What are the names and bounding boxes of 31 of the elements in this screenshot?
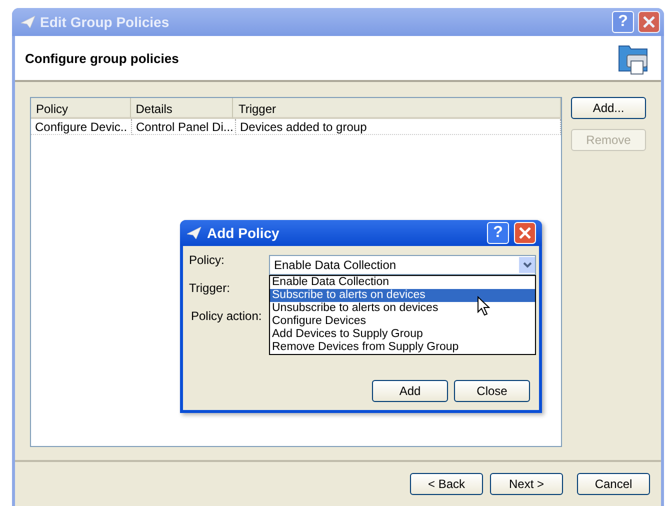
field-label: Trigger: (189, 281, 231, 297)
close-button[interactable] (638, 11, 660, 33)
window-title: Edit Group Policies (40, 14, 170, 30)
table-cell: Configure Devic.. (31, 119, 132, 135)
dropdown-option[interactable]: Subscribe to alerts on devices (270, 289, 535, 302)
wizard-button[interactable]: < Back (410, 473, 483, 495)
field-label: Policy action: (190, 309, 263, 325)
dropdown-option[interactable]: Add Devices to Supply Group (270, 328, 535, 341)
column-header[interactable]: Policy (31, 98, 131, 119)
help-button[interactable]: ? (487, 222, 509, 244)
table-cell: Devices added to group (236, 119, 561, 135)
wizard-button[interactable]: Cancel (577, 473, 650, 495)
dropdown-option[interactable]: Unsubscribe to alerts on devices (270, 302, 535, 315)
dialog-button[interactable]: Close (454, 380, 530, 402)
dropdown-option[interactable]: Enable Data Collection (270, 276, 535, 289)
dropdown-option[interactable]: Remove Devices from Supply Group (270, 341, 535, 354)
close-button[interactable] (514, 222, 536, 244)
table-cell: Control Panel Di... (132, 119, 236, 135)
column-header[interactable]: Details (130, 98, 234, 119)
dialog-title: Add Policy (207, 225, 280, 241)
column-header[interactable]: Trigger (233, 98, 561, 119)
app-icon (20, 15, 36, 29)
side-button[interactable]: Add... (571, 97, 646, 119)
field-label: Policy: (189, 253, 226, 269)
app-icon (186, 226, 202, 240)
wizard-button[interactable]: Next > (490, 473, 563, 495)
policy-dropdown[interactable]: Enable Data Collection (269, 255, 536, 275)
dropdown-option[interactable]: Configure Devices (270, 315, 535, 328)
mouse-cursor-icon (477, 296, 490, 316)
dialog-button[interactable]: Add (372, 380, 448, 402)
page-heading: Configure group policies (25, 50, 180, 66)
